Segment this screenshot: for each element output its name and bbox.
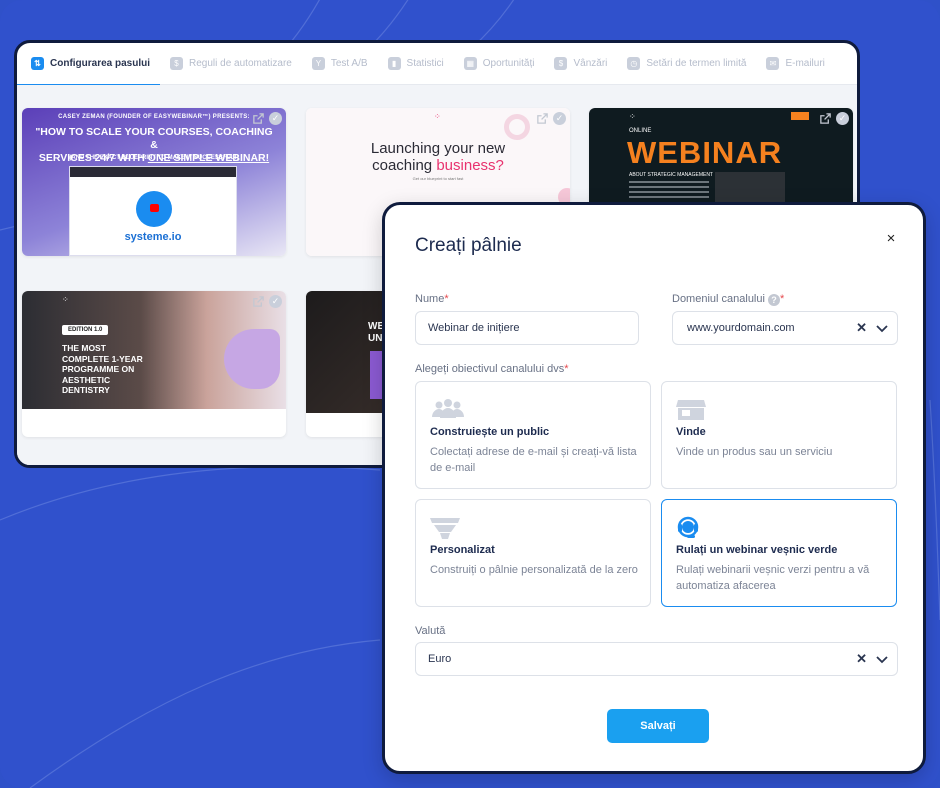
- goal-title: Personalizat: [430, 544, 495, 556]
- template-card[interactable]: ⁘ ONLINE WEBINAR ABOUT STRATEGIC MANAGEM…: [589, 108, 853, 208]
- tab-label: Setări de termen limită: [646, 58, 747, 69]
- tab-label: Statistici: [406, 58, 444, 69]
- chevron-down-icon[interactable]: [875, 652, 889, 666]
- clock-icon: ◷: [627, 57, 641, 70]
- step-settings-icon: ⇅: [31, 57, 44, 70]
- decoration: [629, 181, 709, 203]
- domain-select-value: www.yourdomain.com: [687, 322, 795, 334]
- decoration: [791, 112, 809, 120]
- decoration: [224, 329, 280, 389]
- goal-title: Vinde: [676, 426, 706, 438]
- tab-label: Reguli de automatizare: [189, 58, 292, 69]
- preview-text: ONLINE: [629, 128, 652, 134]
- grid-icon: ⁘: [434, 112, 441, 121]
- preview-headline: THE MOST COMPLETE 1-YEAR PROGRAMME ON AE…: [62, 343, 143, 395]
- close-icon[interactable]: ×: [881, 230, 901, 250]
- tab-opportunities[interactable]: ▦ Oportunități: [463, 43, 535, 85]
- preview-text: Get our blueprint to start fast: [412, 176, 464, 181]
- tab-sales[interactable]: $ Vânzări: [554, 43, 607, 85]
- tab-label: Configurarea pasului: [50, 58, 151, 69]
- preview-text: CASEY ZEMAN (FOUNDER OF EASYWEBINAR™) PR…: [58, 114, 250, 120]
- goal-label: Alegeți obiectivul canalului dvs*: [415, 363, 569, 375]
- goal-description: Colectați adrese de e-mail și creați-vă …: [430, 446, 637, 474]
- preview-text: ABOUT STRATEGIC MANAGEMENT: [629, 172, 713, 178]
- goal-description: Rulați webinarii veșnic verzi pentru a v…: [676, 564, 870, 592]
- external-link-icon[interactable]: [536, 112, 549, 125]
- template-preview: CASEY ZEMAN (FOUNDER OF EASYWEBINAR™) PR…: [22, 108, 286, 256]
- chevron-down-icon[interactable]: [875, 321, 889, 335]
- save-button[interactable]: Salvați: [607, 709, 709, 743]
- tab-bar: ⇅ Configurarea pasului $ Reguli de autom…: [17, 43, 857, 86]
- name-input[interactable]: Webinar de inițiere: [415, 311, 639, 345]
- check-icon[interactable]: ✓: [836, 112, 849, 125]
- currency-label: Valută: [415, 625, 446, 637]
- template-card[interactable]: CASEY ZEMAN (FOUNDER OF EASYWEBINAR™) PR…: [22, 108, 286, 256]
- grid-icon: ⁘: [62, 295, 69, 304]
- tab-ab-test[interactable]: Y Test A/B: [311, 43, 368, 85]
- goal-title: Construiește un public: [430, 426, 550, 438]
- clear-icon[interactable]: ✕: [856, 321, 867, 335]
- create-funnel-modal: Creați pâlnie × Nume* Webinar de inițier…: [382, 202, 926, 774]
- preview-badge: EDITION 1.0: [62, 325, 109, 335]
- audience-icon: [432, 399, 464, 418]
- sales-icon: $: [554, 57, 568, 70]
- tab-automation-rules[interactable]: $ Reguli de automatizare: [170, 43, 292, 85]
- tab-label: E-mailuri: [785, 58, 825, 69]
- email-icon: ✉: [766, 57, 780, 70]
- goal-custom[interactable]: Personalizat Construiți o pâlnie persona…: [415, 499, 651, 607]
- opportunities-icon: ▦: [463, 57, 477, 70]
- template-card[interactable]: ⁘ EDITION 1.0 THE MOST COMPLETE 1-YEAR P…: [22, 291, 286, 437]
- check-icon[interactable]: ✓: [269, 112, 282, 125]
- template-preview: ⁘ EDITION 1.0 THE MOST COMPLETE 1-YEAR P…: [22, 291, 286, 409]
- tab-emails[interactable]: ✉ E-mailuri: [766, 43, 825, 85]
- logo-text: systeme.io: [124, 231, 182, 243]
- decoration: [504, 114, 530, 140]
- help-icon[interactable]: ?: [768, 294, 781, 306]
- tab-label: Oportunități: [482, 58, 535, 69]
- funnel-icon: [430, 518, 460, 539]
- currency-select-value: Euro: [428, 653, 452, 665]
- name-input-value: Webinar de inițiere: [428, 322, 520, 334]
- video-preview: systeme.io: [69, 166, 237, 256]
- preview-headline: WEBINAR: [627, 135, 783, 170]
- clear-icon[interactable]: ✕: [856, 652, 867, 666]
- goal-description: Construiți o pâlnie personalizată de la …: [430, 564, 638, 576]
- goal-description: Vinde un produs sau un serviciu: [676, 446, 833, 458]
- domain-label: Domeniul canalului ? *: [672, 293, 785, 306]
- external-link-icon[interactable]: [252, 295, 265, 308]
- domain-select[interactable]: www.yourdomain.com ✕: [672, 311, 898, 345]
- play-icon: [150, 204, 159, 212]
- tab-label: Vânzări: [573, 58, 608, 69]
- template-preview: ⁘ ONLINE WEBINAR ABOUT STRATEGIC MANAGEM…: [589, 108, 853, 208]
- tab-step-settings[interactable]: ⇅ Configurarea pasului: [17, 43, 161, 86]
- tab-statistics[interactable]: ▮ Statistici: [387, 43, 444, 85]
- goal-build-audience[interactable]: Construiește un public Colectați adrese …: [415, 381, 651, 489]
- goal-evergreen-webinar[interactable]: Rulați un webinar veșnic verde Rulați we…: [661, 499, 897, 607]
- external-link-icon[interactable]: [819, 112, 832, 125]
- goal-sell[interactable]: Vinde Vinde un produs sau un serviciu: [661, 381, 897, 489]
- store-icon: [676, 400, 706, 420]
- stats-icon: ▮: [387, 57, 401, 70]
- external-link-icon[interactable]: [252, 112, 265, 125]
- check-icon[interactable]: ✓: [269, 295, 282, 308]
- automation-icon: $: [170, 57, 184, 70]
- modal-title: Creați pâlnie: [415, 235, 522, 256]
- preview-headline: Launching your new coaching business?: [370, 140, 506, 174]
- grid-icon: ⁘: [629, 112, 636, 121]
- tab-deadline-settings[interactable]: ◷ Setări de termen limită: [627, 43, 746, 85]
- preview-text: (AND THE EXACT BLUEPRINT TO MAKE IT SUCC…: [69, 155, 239, 161]
- ab-test-icon: Y: [311, 57, 325, 70]
- currency-select[interactable]: Euro ✕: [415, 642, 898, 676]
- goal-title: Rulați un webinar veșnic verde: [676, 544, 838, 556]
- headset-icon: [677, 516, 699, 538]
- tab-label: Test A/B: [330, 58, 368, 69]
- name-label: Nume*: [415, 293, 449, 305]
- check-icon[interactable]: ✓: [553, 112, 566, 125]
